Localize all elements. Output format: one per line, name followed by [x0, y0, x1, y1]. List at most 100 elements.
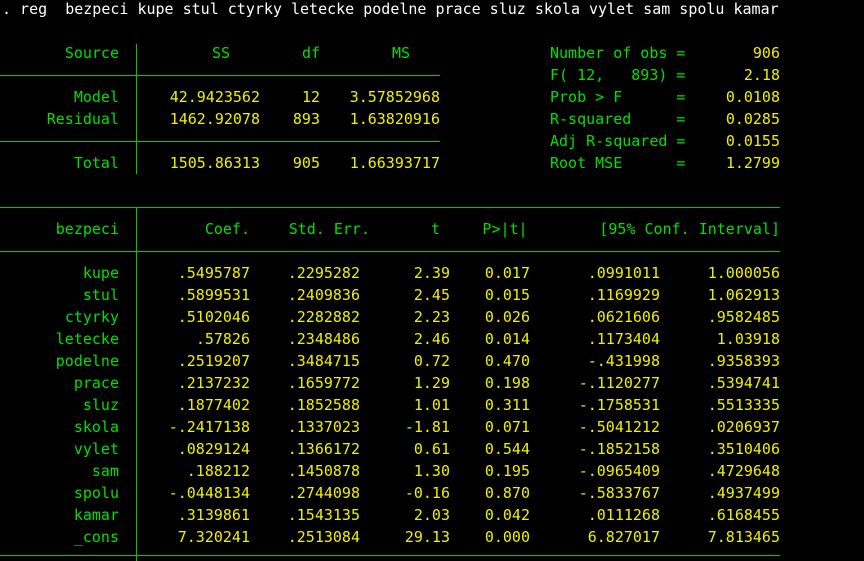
coef-std-err: .2282882 — [287, 308, 360, 326]
coef-value: 7.320241 — [177, 528, 250, 546]
coef-ci-low: -.1120277 — [578, 374, 660, 392]
coef-ci-high: 1.000056 — [707, 264, 780, 282]
stat-label: Adj R-squared = — [550, 132, 686, 150]
coef-t: 2.46 — [413, 330, 450, 348]
coef-t: 2.03 — [413, 506, 450, 524]
anova-header-ss: SS — [211, 44, 230, 62]
coef-ci-high: 1.062913 — [707, 286, 780, 304]
coef-ci-high: .6168455 — [707, 506, 780, 524]
anova-total-ss: 1505.86313 — [169, 154, 260, 172]
coef-ci-low: -.5833767 — [578, 484, 660, 502]
coef-header-se: Std. Err. — [288, 220, 370, 238]
coef-std-err: .1852588 — [287, 396, 360, 414]
coef-var: _cons — [73, 528, 119, 546]
coef-var: podelne — [55, 352, 119, 370]
coef-t: 2.39 — [413, 264, 450, 282]
coef-var: prace — [73, 374, 119, 392]
coef-std-err: .2295282 — [287, 264, 360, 282]
coef-var: stul — [82, 286, 119, 304]
coef-std-err: .1366172 — [287, 440, 360, 458]
coef-p: 0.015 — [484, 286, 530, 304]
command-line[interactable]: . reg bezpeci kupe stul ctyrky letecke p… — [2, 0, 779, 20]
coef-std-err: .2348486 — [287, 330, 360, 348]
anova-source: Model — [73, 88, 119, 106]
stat-value: 2.18 — [743, 66, 780, 84]
coef-ci-low: -.1852158 — [578, 440, 660, 458]
coef-ci-high: .5513335 — [707, 396, 780, 414]
coef-t: 1.29 — [413, 374, 450, 392]
coef-ci-high: .5394741 — [707, 374, 780, 392]
anova-ss: 42.9423562 — [169, 88, 260, 106]
anova-source: Residual — [46, 110, 119, 128]
coef-value: .57826 — [195, 330, 250, 348]
coef-var: kamar — [73, 506, 119, 524]
coef-std-err: .1543135 — [287, 506, 360, 524]
anova-header-rule — [0, 75, 440, 76]
stat-value: 0.0285 — [725, 110, 780, 128]
coef-ci-low: -.0965409 — [578, 462, 660, 480]
coef-var: vylet — [73, 440, 119, 458]
coef-header-rule — [0, 251, 780, 252]
coef-value: .1877402 — [177, 396, 250, 414]
coef-value: -.0448134 — [168, 484, 250, 502]
coef-top-rule — [0, 207, 780, 208]
anova-total-source: Total — [73, 154, 119, 172]
coef-header-t: t — [430, 220, 440, 238]
coef-p: 0.042 — [484, 506, 530, 524]
anova-ms: 3.57852968 — [349, 88, 440, 106]
coef-ci-low: .1169929 — [587, 286, 660, 304]
coef-value: .2137232 — [177, 374, 250, 392]
coef-value: .5495787 — [177, 264, 250, 282]
coef-p: 0.026 — [484, 308, 530, 326]
coef-bottom-rule — [0, 555, 780, 556]
coef-t: 1.01 — [413, 396, 450, 414]
coef-t: 1.30 — [413, 462, 450, 480]
coef-value: -.2417138 — [168, 418, 250, 436]
coef-t: 0.72 — [413, 352, 450, 370]
stat-label: Prob > F = — [550, 88, 686, 106]
coef-p: 0.311 — [484, 396, 530, 414]
coef-ci-low: .0621606 — [587, 308, 660, 326]
anova-total-ms: 1.66393717 — [349, 154, 440, 172]
anova-header-df: df — [301, 44, 320, 62]
anova-df: 12 — [301, 88, 320, 106]
coef-value: .3139861 — [177, 506, 250, 524]
coef-ci-high: .9582485 — [707, 308, 780, 326]
coef-t: 2.45 — [413, 286, 450, 304]
coef-ci-high: .4729648 — [707, 462, 780, 480]
coef-ci-high: 7.813465 — [707, 528, 780, 546]
coef-var: ctyrky — [64, 308, 119, 326]
coef-std-err: .1659772 — [287, 374, 360, 392]
coef-value: .188212 — [186, 462, 250, 480]
coef-p: 0.470 — [484, 352, 530, 370]
anova-ms: 1.63820916 — [349, 110, 440, 128]
coef-value: .0829124 — [177, 440, 250, 458]
coef-header-ci: [95% Conf. Interval] — [599, 220, 780, 238]
coef-header-coef: Coef. — [204, 220, 250, 238]
coef-p: 0.870 — [484, 484, 530, 502]
coef-std-err: .2744098 — [287, 484, 360, 502]
anova-vertical-rule — [136, 44, 137, 174]
stat-value: 906 — [752, 44, 780, 62]
anova-header-source: Source — [64, 44, 119, 62]
coef-t: -1.81 — [404, 418, 450, 436]
coef-ci-low: -.1758531 — [578, 396, 660, 414]
coef-ci-high: .3510406 — [707, 440, 780, 458]
coef-var: spolu — [73, 484, 119, 502]
coef-p: 0.014 — [484, 330, 530, 348]
coef-std-err: .3484715 — [287, 352, 360, 370]
coef-std-err: .1450878 — [287, 462, 360, 480]
stat-label: R-squared = — [550, 110, 686, 128]
coef-ci-low: .0111268 — [587, 506, 660, 524]
coef-value: .2519207 — [177, 352, 250, 370]
coef-std-err: .2513084 — [287, 528, 360, 546]
coef-std-err: .1337023 — [287, 418, 360, 436]
anova-header-ms: MS — [391, 44, 410, 62]
coef-var: kupe — [82, 264, 119, 282]
coef-t: 2.23 — [413, 308, 450, 326]
coef-p: 0.195 — [484, 462, 530, 480]
stat-value: 1.2799 — [725, 154, 780, 172]
stat-label: Root MSE = — [550, 154, 686, 172]
coef-ci-low: -.431998 — [587, 352, 660, 370]
coef-p: 0.544 — [484, 440, 530, 458]
